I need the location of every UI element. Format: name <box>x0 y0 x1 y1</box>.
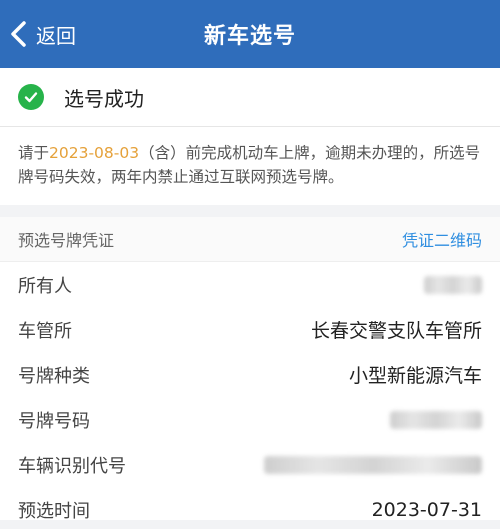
info-row-plate-number: 号牌号码 <box>0 397 500 442</box>
status-row: 选号成功 <box>0 68 500 127</box>
info-row-vin: 车辆识别代号 <box>0 442 500 487</box>
top-navbar: 返回 新车选号 <box>0 0 500 68</box>
redacted-owner <box>424 275 482 294</box>
info-row-owner: 所有人 <box>0 262 500 307</box>
section-divider <box>0 205 500 217</box>
page-title: 新车选号 <box>203 24 296 49</box>
row-value: 小型新能源汽车 <box>348 365 482 387</box>
row-key: 号牌种类 <box>18 365 90 387</box>
voucher-header: 预选号牌凭证 凭证二维码 <box>0 217 500 262</box>
redacted-plate-number <box>390 410 482 429</box>
notice-prefix: 请于 <box>18 144 50 162</box>
chevron-left-icon <box>11 21 26 47</box>
row-key: 车辆识别代号 <box>18 455 126 477</box>
notice-text: 请于2023-08-03（含）前完成机动车上牌，逾期未办理的，所选号牌号码失效，… <box>0 127 500 205</box>
info-row-plate-type: 号牌种类 小型新能源汽车 <box>0 352 500 397</box>
bottom-divider <box>0 520 500 529</box>
info-row-office: 车管所 长春交警支队车管所 <box>0 307 500 352</box>
redacted-vin <box>264 455 482 474</box>
notice-date: 2023-08-03 <box>49 144 140 162</box>
back-button[interactable]: 返回 <box>8 0 76 68</box>
row-value: 2023-07-31 <box>371 498 482 521</box>
row-key: 号牌号码 <box>18 410 90 432</box>
status-text: 选号成功 <box>64 86 144 111</box>
row-value: 长春交警支队车管所 <box>310 320 482 342</box>
row-key: 预选时间 <box>18 500 90 522</box>
row-key: 车管所 <box>18 320 72 342</box>
qr-code-link[interactable]: 凭证二维码 <box>402 227 482 251</box>
back-label: 返回 <box>36 23 76 48</box>
row-key: 所有人 <box>18 275 72 297</box>
voucher-label: 预选号牌凭证 <box>18 231 115 250</box>
check-circle-icon <box>18 84 44 110</box>
